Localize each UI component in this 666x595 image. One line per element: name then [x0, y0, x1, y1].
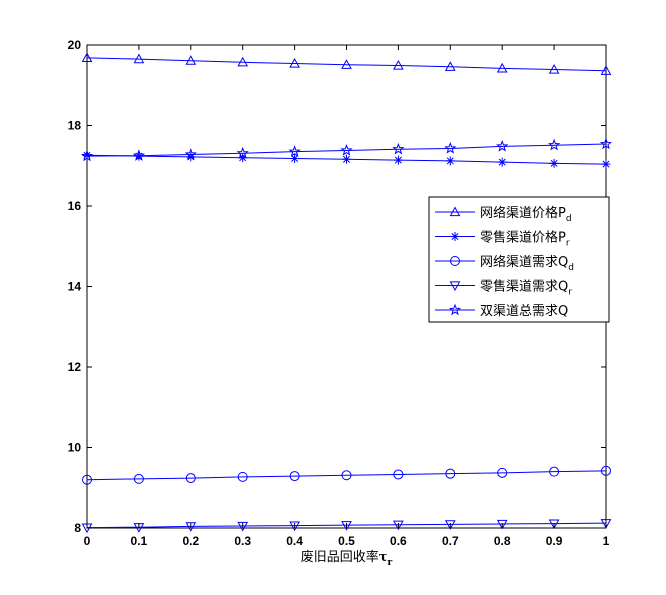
x-tick-label: 0.6 [390, 534, 407, 548]
y-tick-label: 14 [68, 280, 82, 294]
x-axis-label: 废旧品回收率 [301, 549, 379, 565]
legend-label-text: 零售渠道价格P [480, 230, 566, 246]
data-point [445, 156, 455, 166]
legend: 网络渠道价格Pd零售渠道价格Pr网络渠道需求Qd零售渠道需求Qr双渠道总需求Q [428, 196, 610, 323]
legend-marker [450, 232, 460, 241]
x-axis-symbol: τ [379, 550, 388, 565]
legend-label-text: 零售渠道需求Q [480, 279, 568, 295]
y-tick-label: 20 [68, 38, 82, 52]
chart-figure: 0 0.1 0.2 0.3 0.4 0.5 0.6 0.7 0.8 0.9 181012141618… [0, 0, 666, 595]
y-tick-label: 16 [68, 199, 82, 213]
x-tick-label: 0.9 [546, 534, 563, 548]
y-tick-label: 8 [74, 521, 81, 535]
x-tick-label: 0.4 [286, 534, 303, 548]
data-point [342, 154, 351, 164]
data-point [393, 155, 403, 165]
legend-label-sub: d [566, 214, 572, 224]
legend-label-text: 双渠道总需求Q [480, 304, 568, 319]
legend-label-sub: r [568, 288, 572, 298]
x-tick-label: 0.8 [494, 534, 511, 548]
data-point [601, 159, 611, 169]
legend-label-text: 网络渠道需求Q [480, 254, 568, 270]
data-point [497, 157, 507, 167]
y-tick-label: 10 [68, 441, 82, 455]
x-tick-label: 0 [84, 534, 91, 548]
x-tick-label: 0.5 [338, 534, 355, 548]
legend-label-text: 网络渠道价格P [480, 205, 566, 221]
x-tick-label: 0.7 [442, 534, 459, 548]
y-tick-label: 12 [68, 360, 82, 374]
x-tick-label: 0.3 [234, 534, 251, 548]
legend-label-sub: r [566, 239, 570, 249]
y-tick-label: 18 [68, 119, 82, 133]
x-axis-symbol-sub: r [388, 558, 393, 568]
x-tick-label: 0.1 [131, 534, 148, 548]
legend-label-sub: d [568, 263, 574, 273]
x-tick-label: 1 [603, 534, 610, 548]
x-tick-label: 0.2 [182, 534, 199, 548]
legend-label: 双渠道总需求Q [480, 304, 568, 319]
